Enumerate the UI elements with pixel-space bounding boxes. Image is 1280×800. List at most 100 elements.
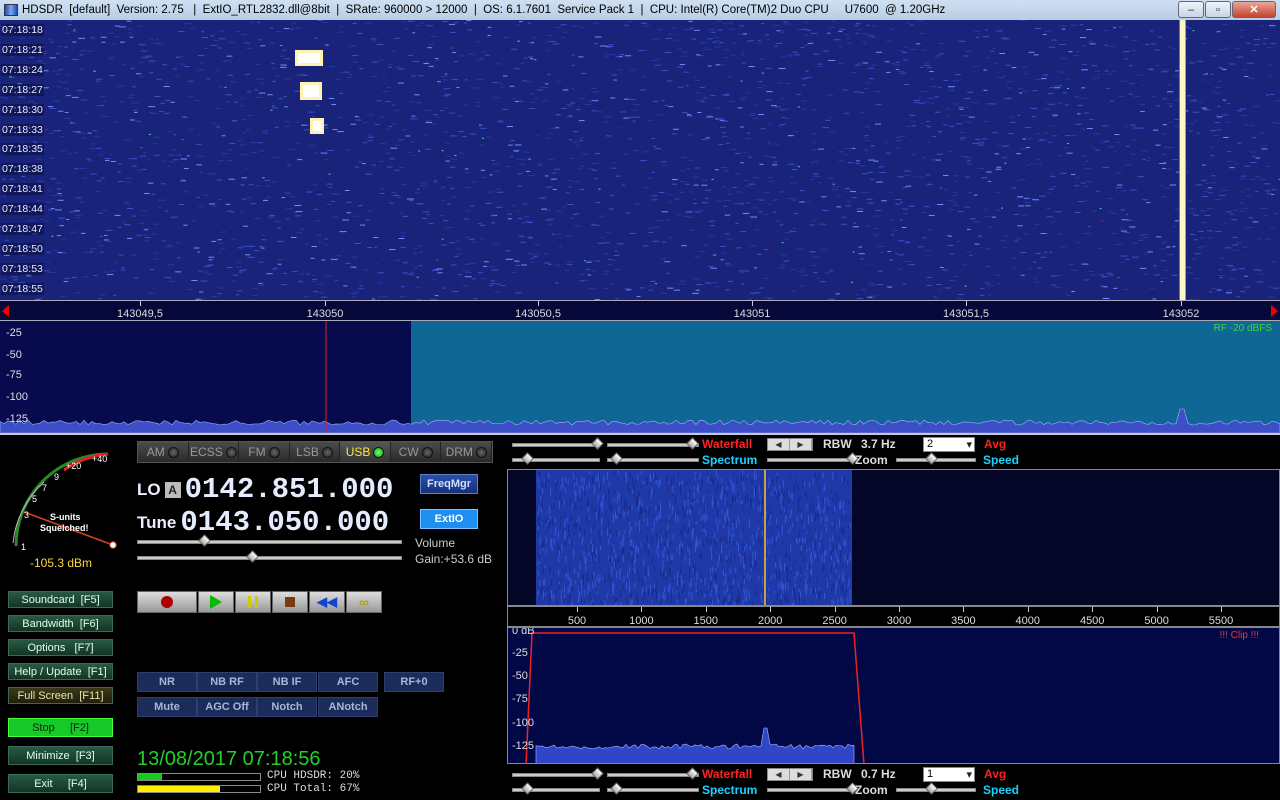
minimize-window-button[interactable]: – (1178, 1, 1204, 18)
mode-cw-button[interactable]: CW (390, 442, 442, 462)
soundcard-button[interactable]: Soundcard [F5] (8, 591, 113, 608)
bottom_controls-avg-dropdown[interactable]: 1 (923, 767, 975, 782)
waterfall-contrast-slider[interactable] (512, 437, 604, 450)
main-waterfall[interactable]: 07:18:18 07:18:21 07:18:24 07:18:27 07:18:30… (0, 20, 1280, 300)
audio-waterfall[interactable] (507, 469, 1280, 606)
frequency-tick-label: 143049,5 (117, 308, 163, 320)
mode-am-button[interactable]: AM (138, 442, 189, 462)
mode-fm-button[interactable]: FM (239, 442, 290, 462)
waterfall-contrast-slider[interactable] (512, 767, 604, 780)
bottom_controls-avg-label: Avg (984, 767, 1007, 781)
lo-a-button[interactable]: A (164, 481, 181, 498)
mode-ecss-button[interactable]: ECSS (188, 442, 240, 462)
nb-if-button[interactable]: NB IF (257, 672, 317, 692)
rbw-arrow-icon[interactable]: ▶ (790, 439, 812, 450)
bottom_controls-spectrum-label: Spectrum (702, 783, 758, 797)
full-screen-button[interactable]: Full Screen [F11] (8, 687, 113, 704)
rbw-arrow-icon[interactable]: ◀ (768, 769, 790, 780)
waterfall-brightness-slider[interactable] (607, 767, 699, 780)
top_controls-rbw-arrows[interactable]: ◀ ▶ (767, 438, 813, 451)
mode-led-icon (373, 446, 385, 458)
top_controls-avg-dropdown[interactable]: 2 (923, 437, 975, 452)
record-button[interactable] (137, 591, 197, 613)
audio-frequency-tick-mark (1156, 607, 1158, 612)
speed-slider-knob[interactable] (925, 782, 938, 795)
s-scale-1: 1 (21, 542, 26, 552)
rf-plus0-button[interactable]: RF+0 (384, 672, 444, 692)
spectrum-contrast-slider[interactable] (512, 782, 600, 795)
spectrum-brightness-slider[interactable] (607, 782, 699, 795)
s-scale-plus40: +40 (92, 454, 107, 464)
spectrum-brightness-slider[interactable] (607, 452, 699, 465)
frequency-tick-label: 143052 (1162, 308, 1200, 320)
gain-slider[interactable] (137, 550, 402, 563)
nb-rf-button[interactable]: NB RF (197, 672, 257, 692)
mute-button[interactable]: Mute (137, 697, 197, 717)
maximize-window-button[interactable]: ▫ (1205, 1, 1231, 18)
bottom_controls-rbw-arrows[interactable]: ◀ ▶ (767, 768, 813, 781)
waterfall-brightness-slider-knob[interactable] (686, 437, 699, 450)
rbw-arrow-icon[interactable]: ▶ (790, 769, 812, 780)
anotch-button[interactable]: ANotch (318, 697, 378, 717)
agc-off-button[interactable]: AGC Off (197, 697, 257, 717)
notch-button[interactable]: Notch (257, 697, 317, 717)
gain-slider-knob[interactable] (246, 550, 259, 563)
frequency-tick-mark (966, 301, 967, 306)
mode-label: AM (146, 445, 165, 459)
spectrum-contrast-slider-knob[interactable] (521, 452, 534, 465)
rbw-arrow-icon[interactable]: ◀ (768, 439, 790, 450)
audio-spectrum-y-label: -50 (512, 670, 528, 682)
mode-drm-button[interactable]: DRM (441, 442, 493, 462)
stop-playback-button[interactable] (272, 591, 308, 613)
extio-button[interactable]: ExtIO (420, 509, 478, 529)
record-icon (161, 596, 173, 608)
waterfall-contrast-slider-knob[interactable] (591, 437, 604, 450)
close-window-button[interactable]: ✕ (1232, 1, 1276, 18)
spectrum-brightness-slider-knob[interactable] (610, 452, 623, 465)
exit-button[interactable]: Exit [F4] (8, 774, 113, 793)
pause-button[interactable] (235, 591, 271, 613)
scroll-left-arrow-icon[interactable] (2, 305, 9, 317)
waterfall-contrast-slider-knob[interactable] (591, 767, 604, 780)
tune-label: Tune (137, 512, 177, 532)
play-icon (210, 595, 222, 609)
nr-button[interactable]: NR (137, 672, 197, 692)
scroll-right-arrow-icon[interactable] (1271, 305, 1278, 317)
mode-lsb-button[interactable]: LSB (289, 442, 341, 462)
frequency-scale[interactable]: 143049,5 143050 143050,5 143051 143051,5 1430… (0, 300, 1280, 321)
waterfall-brightness-slider-knob[interactable] (686, 767, 699, 780)
mode-usb-button[interactable]: USB (340, 442, 391, 462)
minimize-button[interactable]: Minimize [F3] (8, 746, 113, 765)
speed-slider[interactable] (896, 452, 976, 465)
help-update-button[interactable]: Help / Update [F1] (8, 663, 113, 680)
audio-spectrum[interactable]: 0 dB -25 -50 -75 -100 -125 !!! Clip !!! (507, 627, 1280, 764)
s-scale-7: 7 (42, 483, 47, 493)
options-button[interactable]: Options [F7] (8, 639, 113, 656)
zoom-slider[interactable] (767, 782, 859, 795)
spectrum-contrast-slider-knob[interactable] (521, 782, 534, 795)
stop-button[interactable]: Stop [F2] (8, 718, 113, 737)
afc-button[interactable]: AFC (318, 672, 378, 692)
top_controls-rbw-label: RBW (823, 437, 852, 451)
waterfall-brightness-slider[interactable] (607, 437, 699, 450)
freqmgr-button[interactable]: FreqMgr (420, 474, 478, 494)
spectrum-contrast-slider[interactable] (512, 452, 600, 465)
play-button[interactable] (198, 591, 234, 613)
panel-divider[interactable] (0, 433, 1280, 435)
bandwidth-button[interactable]: Bandwidth [F6] (8, 615, 113, 632)
loop-button[interactable]: ∞ (346, 591, 382, 613)
spectrum-y-label: -25 (6, 327, 22, 339)
tune-frequency-display[interactable]: 0143.050.000 (180, 506, 389, 539)
stop-icon (285, 597, 295, 607)
main-spectrum[interactable]: -25 -50 -75 -100 -125 RF -20 dBFS (0, 321, 1280, 433)
bottom_controls-speed-label: Speed (983, 783, 1020, 797)
audio-spectrum-y-label: 0 dB (512, 627, 535, 637)
frequency-tick-label: 143050,5 (515, 308, 561, 320)
volume-slider[interactable] (137, 534, 402, 547)
speed-slider[interactable] (896, 782, 976, 795)
lo-frequency-display[interactable]: 0142.851.000 (185, 473, 394, 506)
zoom-slider[interactable] (767, 452, 859, 465)
rewind-button[interactable]: ◀◀ (309, 591, 345, 613)
spectrum-brightness-slider-knob[interactable] (610, 782, 623, 795)
speed-slider-knob[interactable] (925, 452, 938, 465)
